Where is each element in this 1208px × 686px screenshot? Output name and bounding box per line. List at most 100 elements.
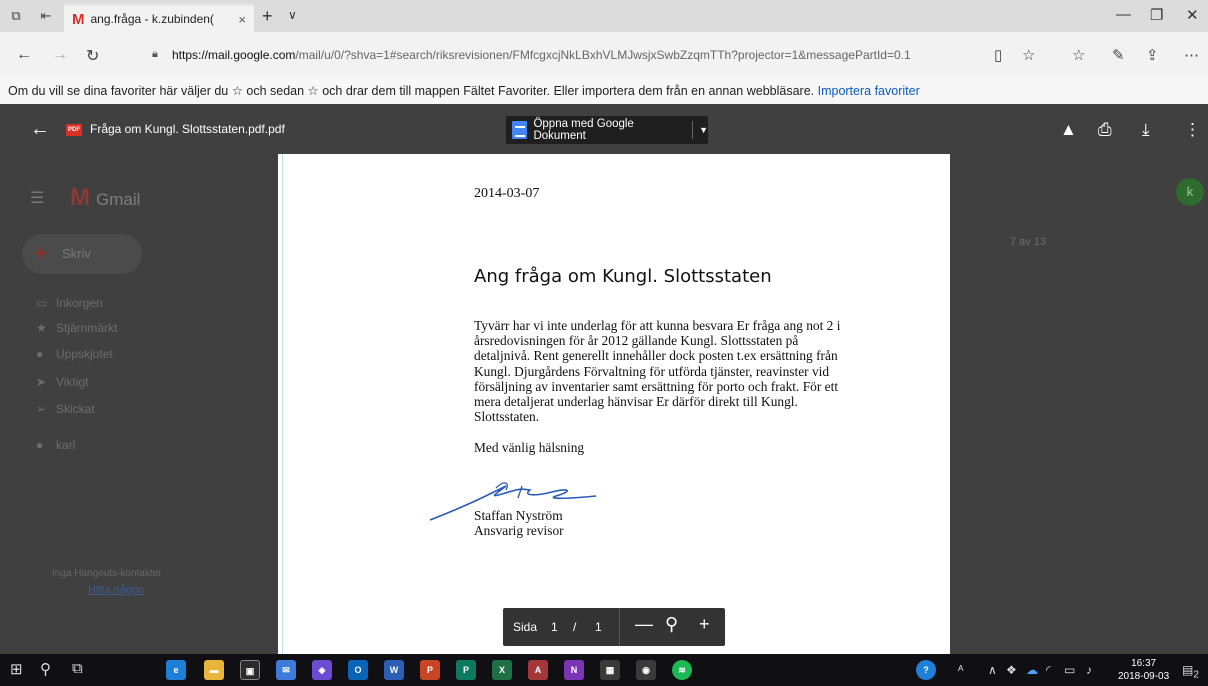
close-tab-icon[interactable]: × [238,12,246,27]
download-icon[interactable]: ⤓ [1142,120,1150,140]
add-favorite-icon[interactable]: ☆ [1022,46,1035,64]
set-aside-tabs-icon[interactable]: ⇤ [38,8,54,24]
web-notes-icon[interactable]: ✎ [1112,46,1125,64]
clock-icon: ● [36,347,44,361]
system-clock[interactable]: 16:37 2018-09-03 [1118,657,1169,683]
sidebar-item-starred[interactable]: ★ Stjärnmärkt [36,321,117,335]
action-center-icon[interactable]: ▤2 [1182,663,1199,680]
dropbox-icon[interactable]: ❖ [1006,663,1017,677]
favorites-bar: Om du vill se dina favoriter här väljer … [0,78,1208,104]
body-line: Tyvärr har vi inte underlag för att kunn… [474,318,841,333]
volume-icon[interactable]: ♪ [1086,663,1092,677]
forward-icon[interactable]: → [52,46,68,64]
favorites-hub-icon[interactable]: ☆ [1072,46,1085,64]
excel-icon[interactable]: X [492,660,512,680]
button-divider [692,121,694,139]
user-icon: ● [36,438,44,452]
start-icon[interactable]: ⊞ [10,660,23,678]
reading-view-icon[interactable]: ▯ [994,46,1002,64]
calendar-icon[interactable]: ▦ [600,660,620,680]
compose-plus-icon: + [34,240,49,267]
onedrive-icon[interactable]: ☁ [1026,663,1038,677]
more-menu-icon[interactable]: ⋯ [1184,46,1199,64]
battery-icon[interactable]: ▭ [1064,663,1075,677]
minimize-icon[interactable]: — [1116,6,1131,23]
zoom-in-icon[interactable]: + [699,614,710,635]
import-favorites-link[interactable]: Importera favoriter [818,84,920,98]
restore-icon[interactable]: ❐ [1150,6,1163,24]
tab-gmail[interactable]: M ang.fråga - k.zubinden( × [64,4,254,32]
spotify-icon[interactable]: ≋ [672,660,692,680]
zoom-reset-icon[interactable]: ⚲ [665,614,678,635]
url-field[interactable]: https://mail.google.com/mail/u/0/?shva=1… [172,43,1072,67]
hangouts-user[interactable]: ● karl [36,438,75,452]
sidebar-item-important[interactable]: ➤ Viktigt [36,375,88,389]
address-toolbar: ← → ↻ 🔒︎ https://mail.google.com/mail/u/… [0,32,1208,78]
onenote-extension-icon[interactable]: ◈ [312,660,332,680]
close-viewer-icon[interactable]: ← [30,118,50,141]
help-icon[interactable]: ? [916,660,936,680]
total-pages: 1 [595,620,602,634]
gmail-favicon-icon: M [72,10,85,28]
sidebar-item-snoozed[interactable]: ● Uppskjutet [36,347,113,361]
task-view-icon[interactable]: ⧉ [72,660,83,677]
sidebar-item-label: Stjärnmärkt [56,321,118,335]
refresh-icon[interactable]: ↻ [86,46,99,66]
close-window-icon[interactable]: ✕ [1186,6,1199,24]
file-name: Fråga om Kungl. Slottsstaten.pdf.pdf [90,122,285,136]
pdf-file-icon: PDF [66,124,82,136]
open-with-dropdown-icon[interactable]: ▼ [699,125,708,135]
letter-date: 2014-03-07 [474,186,540,201]
avatar[interactable]: k [1176,178,1204,206]
url-host: https://mail.google.com [172,48,296,62]
main-menu-icon[interactable]: ☰ [30,188,44,208]
favorites-message: Om du vill se dina favoriter här väljer … [8,84,818,98]
print-icon[interactable]: ⎙ [1098,120,1112,140]
people-icon[interactable]: ᴬ [958,663,963,677]
onenote-icon[interactable]: N [564,660,584,680]
gmail-logo: M Gmail [70,184,140,212]
sidebar-item-label: Viktigt [56,375,89,389]
publisher-icon[interactable]: P [456,660,476,680]
body-line: försäljning av inventarier samt ersättni… [474,378,839,394]
file-explorer-icon[interactable]: ▬ [204,660,224,680]
open-with-google-docs-button[interactable]: Öppna med Google Dokument ▼ [506,116,708,144]
camera-icon[interactable]: ◉ [636,660,656,680]
new-tab-button[interactable]: + [262,6,273,27]
tab-preview-icon[interactable]: ⧉ [8,8,24,24]
more-actions-icon[interactable]: ⋮ [1184,120,1201,140]
signer-title: Ansvarig revisor [474,523,564,538]
pdf-page: 2014-03-07 Ang fråga om Kungl. Slottssta… [278,154,950,654]
sidebar-item-inbox[interactable]: ▭ Inkorgen [36,296,103,310]
sidebar-item-sent[interactable]: ➢ Skickat [36,402,95,416]
store-icon[interactable]: ▣ [240,660,260,680]
search-icon[interactable]: ⚲ [40,660,51,678]
hangouts-user-label: karl [56,438,76,452]
access-icon[interactable]: A [528,660,548,680]
outlook-icon[interactable]: O [348,660,368,680]
tray-expand-icon[interactable]: ∧ [988,663,997,677]
star-icon: ★ [36,321,47,335]
back-icon[interactable]: ← [16,46,32,64]
page-edge-line [282,154,283,654]
body-line: detaljnivå. Rent generellt innehåller do… [474,348,838,364]
share-icon[interactable]: ⇪ [1146,46,1159,64]
current-page[interactable]: 1 [551,620,558,634]
word-icon[interactable]: W [384,660,404,680]
mail-app-icon[interactable]: ✉ [276,660,296,680]
tab-list-chevron-icon[interactable]: ∨ [288,8,297,22]
clock-time: 16:37 [1131,658,1157,669]
body-line: Slottsstaten. [474,409,540,425]
find-someone-link[interactable]: Hitta någon [88,584,144,596]
zoom-out-icon[interactable]: — [635,614,653,635]
add-to-drive-icon[interactable]: ▲ [1060,120,1077,140]
edge-icon[interactable]: e [166,660,186,680]
sidebar-item-label: Uppskjutet [56,347,113,361]
powerpoint-icon[interactable]: P [420,660,440,680]
gmail-m-icon: M [70,184,90,211]
body-line: årsredovisningen för år 2012 gällande Ku… [474,333,799,349]
wifi-icon[interactable]: ◜ [1046,663,1051,677]
compose-button[interactable]: + Skriv [22,234,142,274]
body-line: Kungl. Djurgårdens Förvaltning för utför… [474,363,830,379]
tab-title: ang.fråga - k.zubinden( [90,12,214,26]
